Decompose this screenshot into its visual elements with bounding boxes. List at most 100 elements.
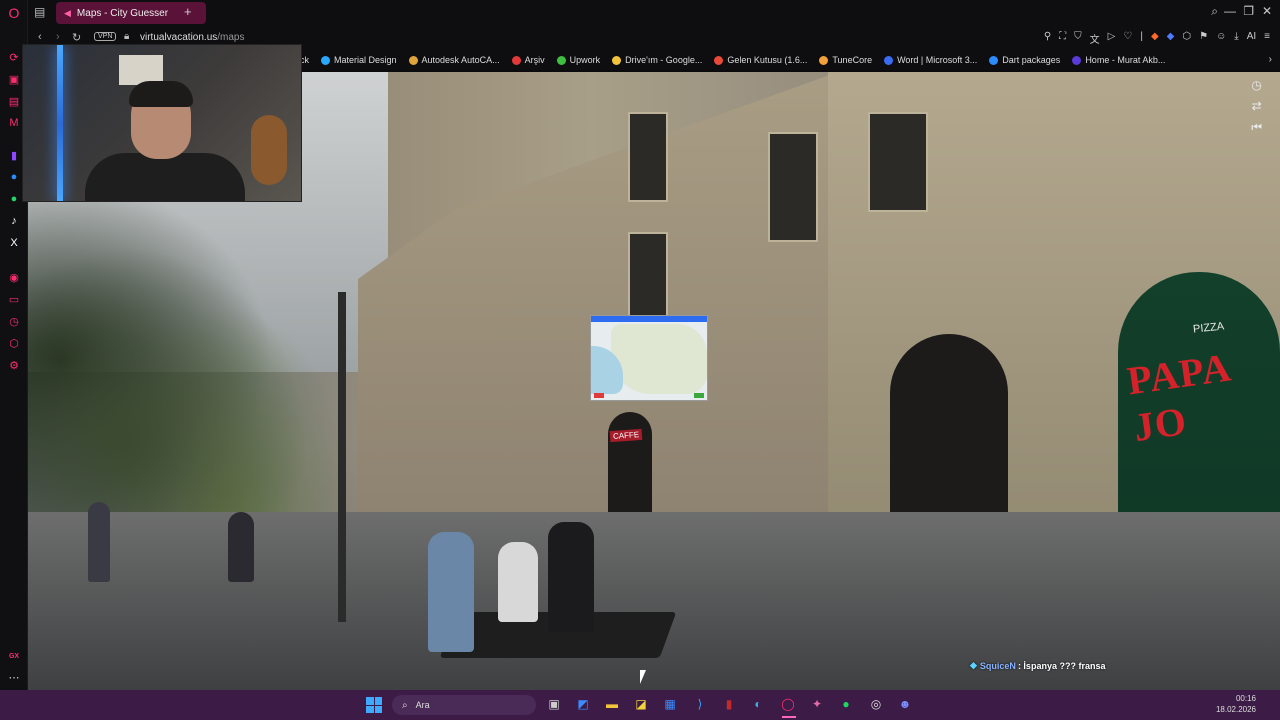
sidebar-gamepad-icon[interactable]: ▤ — [5, 92, 23, 110]
minimap-land — [611, 324, 707, 394]
url-host: virtualvacation.us — [140, 32, 218, 43]
twitch-icon[interactable]: ▮ — [5, 146, 23, 164]
chat-message: ◆ SquiceN : İspanya ??? fransa — [970, 660, 1105, 671]
app-red-icon[interactable]: ▮ — [721, 696, 737, 712]
bookmark-favicon-icon — [884, 55, 894, 65]
bookmark-favicon-icon — [1072, 55, 1082, 65]
extension-fox-icon[interactable]: ◆ — [1151, 31, 1159, 46]
obs-icon[interactable]: ◎ — [868, 696, 884, 712]
sidebar-wallet-icon[interactable]: ▭ — [5, 290, 23, 308]
bookmark-label: Drive'ım - Google... — [625, 55, 703, 65]
sidebar-bag-icon[interactable]: ▣ — [5, 70, 23, 88]
bookmark-favicon-icon — [408, 55, 418, 65]
sidebar-refresh-icon[interactable]: ⟳ — [5, 48, 23, 66]
minimize-icon[interactable]: — — [1224, 4, 1236, 18]
swap-icon[interactable]: ⇄ — [1252, 99, 1262, 113]
guess-minimap[interactable] — [590, 315, 708, 401]
bookmarks-overflow-icon[interactable]: › — [1269, 54, 1272, 65]
whatsapp-icon[interactable]: ● — [5, 190, 23, 208]
bookmark-item[interactable]: Autodesk AutoCA... — [408, 55, 500, 65]
bookmark-label: TuneCore — [832, 55, 873, 65]
sidebar-player-icon[interactable]: ◉ — [5, 268, 23, 286]
profile-icon[interactable]: ☺ — [1216, 31, 1226, 46]
bookmark-item[interactable]: TuneCore — [819, 55, 872, 65]
streamer-hair — [129, 81, 193, 107]
bookmark-item[interactable]: Gelen Kutusu (1.6... — [714, 55, 807, 65]
system-clock[interactable]: 00:16 18.02.2026 — [1216, 693, 1256, 715]
streamer-body — [85, 153, 245, 201]
ai-button[interactable]: AI — [1247, 31, 1256, 46]
bookmark-item[interactable]: Arşiv — [511, 55, 545, 65]
close-window-icon[interactable]: ✕ — [1262, 4, 1272, 18]
bookmark-item[interactable]: Material Design — [321, 55, 397, 65]
back-icon[interactable]: ‹ — [38, 31, 42, 43]
sidebar-extensions-icon[interactable]: ⬡ — [5, 334, 23, 352]
sidebar-history-icon[interactable]: ◷ — [5, 312, 23, 330]
discord-icon[interactable]: ☻ — [897, 696, 913, 712]
forward-icon[interactable]: › — [56, 31, 60, 43]
play-icon[interactable]: ▷ — [1108, 31, 1116, 46]
minimap-close-button[interactable] — [594, 393, 604, 398]
tiktok-icon[interactable]: ♪ — [5, 212, 23, 230]
spotify-icon[interactable]: ● — [838, 696, 854, 712]
bookmark-label: Arşiv — [524, 55, 545, 65]
edge-icon[interactable]: ◐ — [750, 696, 766, 712]
timer-icon[interactable]: ◷ — [1251, 78, 1261, 92]
opera-logo-icon[interactable]: O — [5, 4, 23, 22]
minimap-header — [591, 316, 707, 322]
translate-icon[interactable]: 文 — [1090, 31, 1100, 46]
minimap-guess-button[interactable] — [694, 393, 704, 398]
bookmark-label: Word | Microsoft 3... — [897, 55, 978, 65]
sidebar-more-icon[interactable]: ⋯ — [5, 668, 23, 686]
view-controls: ◷ ⇄ ⏮ — [1251, 78, 1262, 135]
vscode-icon[interactable]: ⟩ — [692, 696, 708, 712]
maximize-icon[interactable]: ❐ — [1243, 4, 1254, 18]
start-button[interactable] — [366, 697, 382, 713]
new-tab-button[interactable]: + — [184, 4, 192, 19]
screenshot-icon[interactable]: ⛶ — [1059, 31, 1066, 46]
taskbar-search[interactable]: ⌕ Ara — [392, 695, 536, 715]
lock-icon[interactable]: 🔒︎ — [124, 31, 129, 42]
bookmark-item[interactable]: Word | Microsoft 3... — [884, 55, 977, 65]
extension-icon[interactable]: ⚑ — [1199, 31, 1208, 46]
bookmark-item[interactable]: Home - Murat Akb... — [1072, 55, 1165, 65]
window — [768, 132, 818, 242]
task-view-icon[interactable]: ▣ — [546, 696, 562, 712]
messenger-icon[interactable]: ● — [5, 168, 23, 186]
copilot-icon[interactable]: ✦ — [809, 696, 825, 712]
search-tabs-icon[interactable]: ⌕ — [1211, 4, 1218, 19]
reload-icon[interactable]: ↻ — [72, 31, 81, 44]
extensions-icon[interactable]: ⬡ — [1182, 31, 1191, 46]
bookmark-item[interactable]: Dart packages — [989, 55, 1060, 65]
shield-icon[interactable]: ⛉ — [1074, 31, 1082, 46]
clock-time: 00:16 — [1235, 694, 1256, 703]
file-explorer-icon[interactable]: ▬ — [604, 696, 620, 712]
pedestrian — [88, 502, 110, 582]
outlook-icon[interactable]: ◩ — [575, 696, 591, 712]
bookmark-favicon-icon — [612, 55, 622, 65]
menu-icon[interactable]: ≡ — [1264, 31, 1270, 46]
heart-icon[interactable]: ♡ — [1123, 31, 1132, 46]
extension-blue-icon[interactable]: ◆ — [1167, 31, 1175, 46]
toolbar-icons: ⚲ ⛶ ⛉ 文 ▷ ♡ | ◆ ◆ ⬡ ⚑ ☺ ⤓ AI ≡ — [1044, 31, 1270, 46]
sidebar-mail-icon[interactable]: M — [5, 114, 23, 132]
bookmark-item[interactable]: Drive'ım - Google... — [612, 55, 702, 65]
window — [628, 232, 668, 322]
sidebar-settings-icon[interactable]: ⚙ — [5, 356, 23, 374]
workspaces-icon[interactable]: ▤ — [34, 5, 45, 19]
x-icon[interactable]: X — [5, 234, 23, 252]
opera-gx-icon[interactable]: ◯ — [780, 696, 796, 712]
vpn-badge[interactable]: VPN — [94, 32, 117, 41]
url-field[interactable]: virtualvacation.us/maps — [140, 32, 245, 43]
sticky-notes-icon[interactable]: ◪ — [633, 696, 649, 712]
chat-badge-icon: ◆ — [970, 660, 977, 670]
pin-icon[interactable]: ⚲ — [1044, 31, 1051, 46]
search-placeholder: Ara — [415, 700, 430, 710]
gx-label[interactable]: GX — [5, 647, 23, 665]
download-icon[interactable]: ⤓ — [1234, 31, 1238, 46]
store-icon[interactable]: ▦ — [662, 696, 678, 712]
person-seated — [498, 542, 538, 622]
chat-username: SquiceN — [979, 660, 1016, 671]
skip-back-icon[interactable]: ⏮ — [1251, 120, 1262, 135]
bookmark-item[interactable]: Upwork — [556, 55, 600, 65]
